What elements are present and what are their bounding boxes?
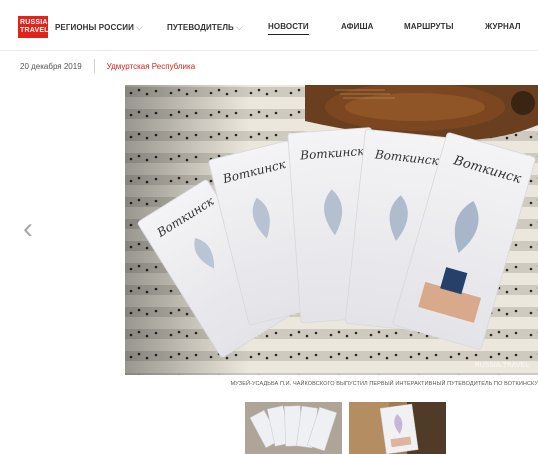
nav-item-label: АФИША [341, 22, 374, 31]
chevron-left-icon[interactable]: ‹ [17, 214, 39, 244]
nav-item-events[interactable]: АФИША [341, 22, 373, 31]
brochures-photo: Воткинск Воткинск Воткинск Воткинск Вотк [125, 85, 538, 375]
nav-item-label: МАРШРУТЫ [404, 22, 454, 31]
nav-item-label: НОВОСТИ [268, 22, 309, 31]
region-link[interactable]: Удмуртская Республика [107, 62, 196, 71]
chevron-down-icon: ⌵ [135, 22, 143, 32]
watermark: RUSSIA.TRAVEL [475, 361, 529, 369]
nav-item-label: ПУТЕВОДИТЕЛЬ [167, 23, 234, 32]
nav-item-journal[interactable]: ЖУРНАЛ [485, 22, 521, 31]
nav-item-news[interactable]: НОВОСТИ [268, 22, 309, 35]
gallery-main-image: Воткинск Воткинск Воткинск Воткинск Вотк [125, 85, 538, 375]
main-nav: РЕГИОНЫ РОССИИ ⌵ ПУТЕВОДИТЕЛЬ ⌵ НОВОСТИ АФ… [55, 22, 538, 36]
nav-item-regions[interactable]: РЕГИОНЫ РОССИИ ⌵ [55, 22, 143, 33]
gallery-thumbnail[interactable] [245, 402, 342, 454]
nav-item-label: РЕГИОНЫ РОССИИ [55, 23, 134, 32]
logo-text-line2: TRAVEL [20, 27, 49, 34]
logo-text-line1: RUSSIA [20, 19, 48, 26]
site-logo[interactable]: RUSSIA TRAVEL [18, 16, 48, 38]
chevron-down-icon: ⌵ [235, 22, 243, 32]
divider [93, 59, 95, 73]
nav-item-routes[interactable]: МАРШРУТЫ [404, 22, 454, 31]
nav-item-label: ЖУРНАЛ [485, 22, 521, 31]
article-meta: 20 декабря 2019 Удмуртская Республика [20, 59, 195, 73]
header: RUSSIA TRAVEL РЕГИОНЫ РОССИИ ⌵ ПУТЕВОДИТЕ… [0, 0, 538, 51]
nav-item-guide[interactable]: ПУТЕВОДИТЕЛЬ ⌵ [167, 22, 243, 33]
thumbnail-image [245, 402, 342, 454]
gallery-thumbnail[interactable] [349, 402, 446, 454]
thumbnail-image [349, 402, 446, 454]
article-date: 20 декабря 2019 [20, 61, 82, 71]
image-caption: МУЗЕЙ-УСАДЬБА П.И. ЧАЙКОВСКОГО ВЫПУСТИЛ … [230, 381, 538, 387]
